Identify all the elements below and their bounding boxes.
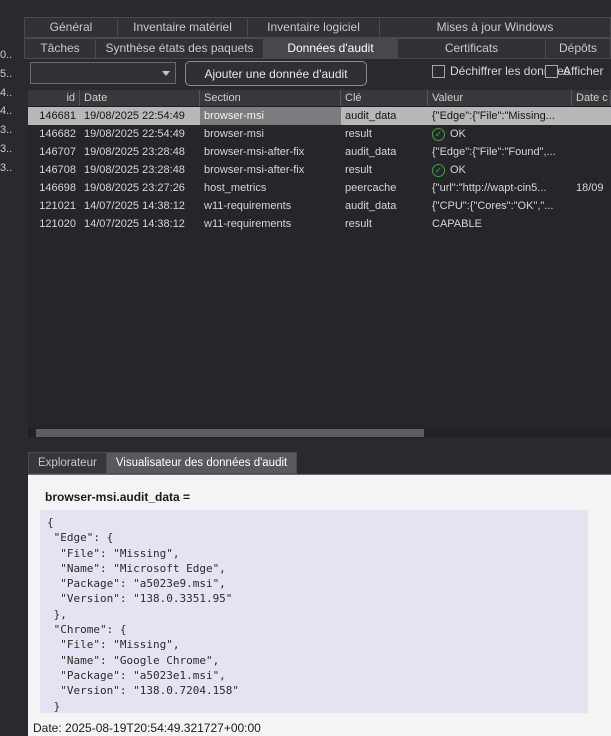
cell-section: host_metrics [200,179,341,197]
cell-date: 14/07/2025 14:38:12 [80,197,200,215]
table-row[interactable]: 146681 19/08/2025 22:54:49 browser-msi a… [28,107,611,125]
cell-date2 [572,125,611,143]
gutter-item: 3.. [0,124,14,143]
horizontal-scrollbar-thumb[interactable] [36,429,424,437]
cell-value: {"Edge":{"File":"Found",... [428,143,572,161]
viewer-title: browser-msi.audit_data = [45,490,190,504]
left-gutter: 0.. 5.. 4.. 4.. 3.. 3.. 3.. [0,49,14,181]
cell-date2 [572,161,611,179]
cell-date: 19/08/2025 22:54:49 [80,125,200,143]
show-checkbox-label: Afficher [563,64,603,78]
cell-key: audit_data [341,143,428,161]
cell-id: 146682 [28,125,80,143]
gutter-item: 4.. [0,87,14,106]
column-header-date2[interactable]: Date c [572,90,611,106]
cell-date2 [572,197,611,215]
tab-mises-a-jour-windows[interactable]: Mises à jour Windows [380,17,611,38]
cell-value-text: OK [450,128,466,140]
table-row[interactable]: 146698 19/08/2025 23:27:26 host_metrics … [28,179,611,197]
column-header-valeur[interactable]: Valeur [428,90,572,106]
table-row[interactable]: 121021 14/07/2025 14:38:12 w11-requireme… [28,197,611,215]
cell-id: 121021 [28,197,80,215]
checkbox-box[interactable] [432,65,445,78]
column-header-id[interactable]: id [28,90,80,106]
cell-id: 146707 [28,143,80,161]
table-row[interactable]: 121020 14/07/2025 14:38:12 w11-requireme… [28,215,611,233]
tab-bar-row1: Général Inventaire matériel Inventaire l… [24,17,611,38]
cell-section: w11-requirements [200,215,341,233]
gutter-item: 4.. [0,105,14,124]
cell-key: result [341,215,428,233]
tab-depots[interactable]: Dépôts [546,38,611,59]
cell-date: 14/07/2025 14:38:12 [80,215,200,233]
tab-inventaire-logiciel[interactable]: Inventaire logiciel [248,17,380,38]
checkbox-box[interactable] [545,65,558,78]
show-checkbox[interactable]: Afficher [545,64,603,78]
cell-value: CAPABLE [428,215,572,233]
tab-bar-row2: Tâches Synthèse états des paquets Donnée… [24,38,611,59]
table-row[interactable]: 146708 19/08/2025 23:28:48 browser-msi-a… [28,161,611,179]
cell-value: ✓ OK [428,161,572,179]
cell-value-text: OK [450,164,466,176]
horizontal-scrollbar[interactable] [28,428,611,438]
cell-date2: 18/09 [572,179,611,197]
table-row[interactable]: 146707 19/08/2025 23:28:48 browser-msi-a… [28,143,611,161]
cell-key: audit_data [341,197,428,215]
viewer-date-line: Date: 2025-08-19T20:54:49.321727+00:00 [33,721,261,735]
gutter-item: 5.. [0,68,14,87]
add-audit-data-button[interactable]: Ajouter une donnée d'audit [185,61,367,86]
gutter-item: 0.. [0,49,14,68]
tab-explorateur[interactable]: Explorateur [28,452,106,474]
cell-section: browser-msi [200,125,341,143]
cell-date2 [572,143,611,161]
audit-json-content: { "Edge": { "File": "Missing", "Name": "… [40,510,588,713]
cell-key: result [341,125,428,143]
cell-key: peercache [341,179,428,197]
cell-key: audit_data [341,107,428,125]
ok-check-icon: ✓ [432,128,445,141]
cell-date: 19/08/2025 22:54:49 [80,107,200,125]
cell-section: browser-msi [200,107,341,125]
cell-section: browser-msi-after-fix [200,161,341,179]
cell-value: {"Edge":{"File":"Missing... [428,107,572,125]
chevron-down-icon [157,63,175,83]
cell-value: {"url":"http://wapt-cin5... [428,179,572,197]
cell-date: 19/08/2025 23:27:26 [80,179,200,197]
cell-key: result [341,161,428,179]
cell-date: 19/08/2025 23:28:48 [80,161,200,179]
ok-check-icon: ✓ [432,164,445,177]
cell-date: 19/08/2025 23:28:48 [80,143,200,161]
gutter-item: 3.. [0,162,14,181]
gutter-item: 3.. [0,143,14,162]
cell-value: {"CPU":{"Cores":"OK","... [428,197,572,215]
cell-id: 146681 [28,107,80,125]
bottom-tab-bar: Explorateur Visualisateur des données d'… [28,452,297,474]
combobox-value [31,63,157,83]
tab-synthese-etats-paquets[interactable]: Synthèse états des paquets [96,38,264,59]
cell-id: 146708 [28,161,80,179]
audit-data-grid: id Date Section Clé Valeur Date c 146681… [28,90,611,438]
cell-section: browser-msi-after-fix [200,143,341,161]
cell-date2 [572,107,611,125]
tab-general[interactable]: Général [24,17,118,38]
tab-inventaire-materiel[interactable]: Inventaire matériel [118,17,248,38]
table-row[interactable]: 146682 19/08/2025 22:54:49 browser-msi r… [28,125,611,143]
audit-data-viewer-panel: browser-msi.audit_data = { "Edge": { "Fi… [28,474,611,736]
tab-certificats[interactable]: Certificats [398,38,546,59]
column-header-date[interactable]: Date [80,90,200,106]
column-header-section[interactable]: Section [200,90,341,106]
tab-taches[interactable]: Tâches [24,38,96,59]
audit-filter-combobox[interactable] [30,62,176,84]
cell-id: 146698 [28,179,80,197]
wapt-console-window: 0.. 5.. 4.. 4.. 3.. 3.. 3.. Général Inve… [0,0,611,736]
cell-date2 [572,215,611,233]
tab-donnees-audit[interactable]: Données d'audit [264,38,398,59]
cell-section: w11-requirements [200,197,341,215]
tab-visualisateur-donnees-audit[interactable]: Visualisateur des données d'audit [106,452,297,474]
grid-header: id Date Section Clé Valeur Date c [28,90,611,107]
cell-id: 121020 [28,215,80,233]
cell-value: ✓ OK [428,125,572,143]
column-header-cle[interactable]: Clé [341,90,428,106]
